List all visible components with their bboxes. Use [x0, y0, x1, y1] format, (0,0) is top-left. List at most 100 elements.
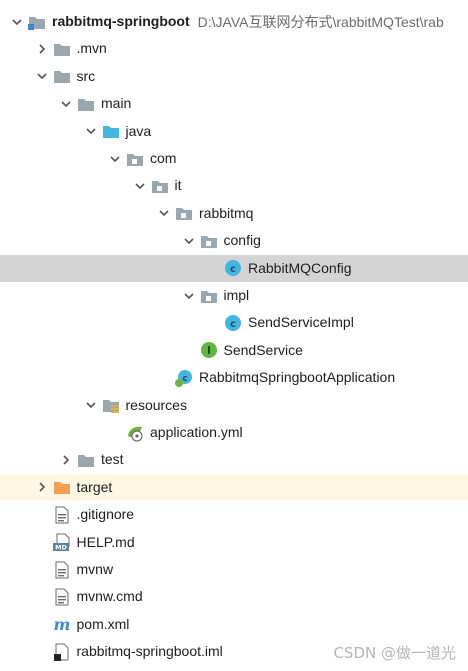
chevron-down-icon[interactable]	[159, 208, 169, 218]
tree-node-label: SendServiceImpl	[248, 314, 354, 331]
tree-node-label: rabbitmq-springboot	[52, 13, 190, 29]
class-icon: c	[224, 259, 242, 277]
tree-row-gitignore[interactable]: .gitignore	[0, 501, 468, 528]
tree-node: .gitignore	[53, 501, 135, 528]
svg-text:c: c	[182, 374, 187, 384]
tree-node-label: SendService	[223, 341, 303, 358]
markdown-file-icon: MD	[52, 533, 71, 552]
tree-row-config[interactable]: config	[0, 227, 468, 254]
folder-icon	[53, 67, 71, 85]
tree-node-label: main	[101, 95, 132, 112]
tree-node-label: src	[76, 67, 96, 84]
tree-row-src[interactable]: src	[0, 63, 468, 90]
tree-row-main[interactable]: main	[0, 90, 468, 117]
package-icon	[126, 150, 144, 168]
tree-node: m pom.xml	[53, 611, 129, 638]
tree-node-label: resources	[125, 396, 187, 413]
tree-node: application.yml	[126, 419, 243, 446]
tree-node: rabbitmq-springboot.iml	[53, 638, 223, 665]
interface-icon	[200, 341, 218, 359]
folder-icon	[53, 40, 71, 58]
folder-icon	[77, 95, 95, 113]
chevron-down-icon[interactable]	[85, 400, 96, 410]
chevron-down-icon[interactable]	[183, 236, 194, 246]
chevron-down-icon[interactable]	[85, 126, 96, 136]
tree-node: .mvn	[37, 35, 107, 62]
package-icon	[151, 177, 169, 195]
chevron-right-icon[interactable]	[37, 44, 47, 54]
tree-node-label: rabbitmq-springboot.iml	[76, 643, 223, 660]
tree-node-label: java	[125, 122, 152, 139]
tree-node-label: config	[223, 232, 261, 249]
tree-node: c RabbitmqSpringbootApplication	[175, 364, 395, 391]
tree-node: main	[61, 90, 131, 117]
folder-icon	[77, 451, 95, 469]
tree-node-label: .gitignore	[76, 506, 135, 523]
svg-text:c: c	[230, 264, 236, 275]
tree-node-label: RabbitmqSpringbootApplication	[199, 369, 396, 386]
source-folder-icon	[102, 122, 120, 140]
text-file-icon	[53, 561, 71, 579]
tree-row-mvnw-cmd[interactable]: mvnw.cmd	[0, 583, 468, 610]
class-icon: c	[224, 314, 242, 332]
tree-row-rabbitmqspringbootapplication[interactable]: c RabbitmqSpringbootApplication	[0, 364, 468, 391]
spring-boot-class-icon: c	[175, 369, 193, 387]
tree-node: it	[134, 172, 182, 199]
tree-row-test[interactable]: test	[0, 446, 468, 473]
tree-row-resources[interactable]: resources	[0, 392, 468, 419]
tree-node: resources	[85, 392, 187, 419]
tree-row-rabbitmq[interactable]: rabbitmq	[0, 200, 468, 227]
tree-node: c SendServiceImpl	[224, 309, 354, 336]
tree-node-label: rabbitmq	[199, 204, 254, 221]
resources-folder-icon	[102, 396, 120, 414]
chevron-down-icon[interactable]	[110, 154, 120, 164]
tree-row-application-yml[interactable]: application.yml	[0, 419, 468, 446]
tree-row-impl[interactable]: impl	[0, 282, 468, 309]
tree-row-com[interactable]: com	[0, 145, 468, 172]
tree-row-rabbitmqconfig[interactable]: c RabbitMQConfig	[0, 254, 468, 282]
tree-row-pom-xml[interactable]: m pom.xml	[0, 611, 468, 638]
tree-node: MD HELP.md	[52, 529, 135, 556]
chevron-right-icon[interactable]	[61, 455, 71, 465]
svg-text:c: c	[230, 319, 236, 330]
tree-row-mvn[interactable]: .mvn	[0, 35, 468, 62]
chevron-down-icon[interactable]	[134, 181, 145, 191]
tree-node-label: mvnw.cmd	[76, 588, 143, 605]
tree-row-it[interactable]: it	[0, 172, 468, 199]
chevron-down-icon[interactable]	[61, 99, 71, 109]
tree-node-label: HELP.md	[76, 533, 135, 550]
tree-node: com	[110, 145, 176, 172]
tree-node-label: impl	[223, 287, 250, 303]
chevron-down-icon[interactable]	[12, 17, 22, 27]
chevron-down-icon[interactable]	[36, 71, 47, 81]
tree-node-label: mvnw	[76, 561, 114, 577]
text-file-icon	[53, 506, 71, 524]
tree-node: java	[85, 118, 152, 145]
tree-row-target[interactable]: target	[0, 473, 468, 501]
tree-node: test	[61, 446, 124, 473]
tree-node: mvnw	[53, 556, 114, 583]
excluded-folder-icon	[53, 478, 71, 496]
tree-row-java[interactable]: java	[0, 118, 468, 145]
tree-node: mvnw.cmd	[53, 583, 143, 610]
module-path: D:\JAVA互联网分布式\rabbitMQTest\rab	[197, 13, 444, 30]
tree-node-label: com	[150, 150, 177, 166]
tree-row-rabbitmq-springboot[interactable]: rabbitmq-springboot D:\JAVA互联网分布式\rabbitM…	[0, 8, 468, 35]
tree-row-mvnw[interactable]: mvnw	[0, 556, 468, 583]
tree-row-sendserviceimpl[interactable]: c SendServiceImpl	[0, 309, 468, 336]
tree-node: src	[36, 63, 96, 90]
svg-text:m: m	[53, 615, 70, 633]
tree-node: target	[37, 474, 112, 501]
tree-row-help-md[interactable]: MD HELP.md	[0, 529, 468, 556]
tree-row-sendservice[interactable]: SendService	[0, 337, 468, 364]
watermark: CSDN @做一道光	[333, 644, 456, 662]
text-file-icon	[53, 588, 71, 606]
tree-node-label: application.yml	[150, 424, 243, 440]
package-icon	[200, 287, 218, 305]
chevron-down-icon[interactable]	[183, 291, 194, 301]
tree-node-label: it	[174, 177, 182, 194]
chevron-right-icon[interactable]	[37, 482, 47, 492]
module-folder-icon	[28, 13, 46, 31]
tree-node-label: test	[101, 451, 124, 468]
maven-icon: m	[53, 615, 71, 633]
